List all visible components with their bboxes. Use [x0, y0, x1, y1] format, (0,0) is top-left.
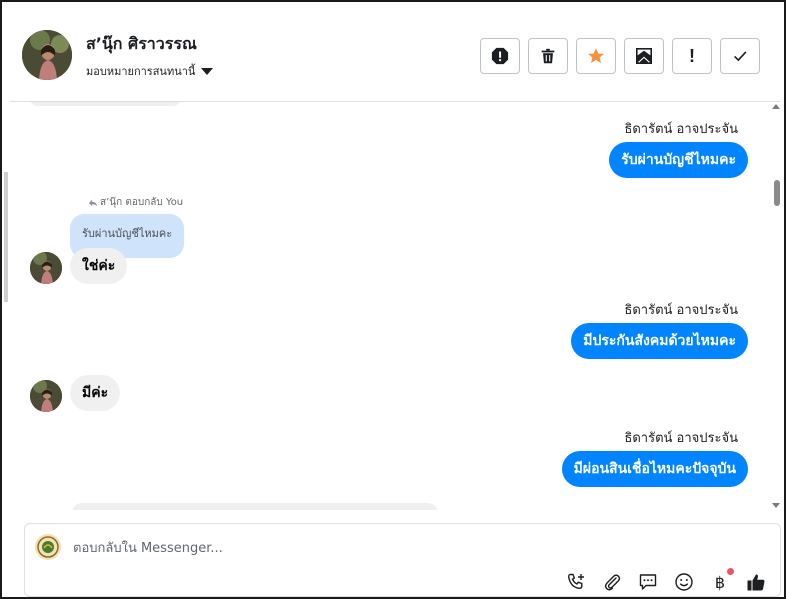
composer-toolbar: ฿ — [564, 568, 768, 594]
call-plus-button[interactable] — [564, 570, 588, 594]
left-panel-edge — [4, 172, 8, 302]
trash-icon — [541, 48, 555, 64]
reply-meta-text: ส’นุ๊ก ตอบกลับ You — [100, 197, 184, 208]
contact-avatar-small[interactable] — [30, 380, 62, 412]
reply-composer: ฿ — [24, 523, 781, 597]
conversation-actions: ! — [480, 38, 760, 74]
follow-up-button[interactable]: ! — [672, 38, 712, 74]
assign-conversation-dropdown[interactable]: มอบหมายการสนทนานี้ — [86, 62, 214, 80]
star-icon — [588, 48, 604, 64]
payment-button[interactable]: ฿ — [708, 568, 734, 594]
scrollbar-thumb[interactable] — [774, 180, 780, 206]
thread-scrollbar[interactable] — [772, 102, 780, 510]
contact-avatar-small[interactable] — [30, 252, 62, 284]
next-message-partial — [72, 503, 438, 510]
contact-name[interactable]: ส’นุ๊ก ศิราวรรณ — [86, 32, 197, 57]
message-thread: ธิดารัตน์ อาจประจัน รับผ่านบัญชีไหมคะ ส’… — [10, 102, 780, 510]
exclamation-icon: ! — [689, 45, 695, 66]
previous-message-partial — [30, 102, 180, 106]
check-icon — [734, 51, 747, 62]
paperclip-icon — [604, 574, 621, 591]
incoming-message[interactable]: ใช่ค่ะ — [70, 248, 128, 284]
mark-unread-button[interactable] — [624, 38, 664, 74]
inbox-window: ส’นุ๊ก ศิราวรรณ มอบหมายการสนทนานี้ ! ธิด… — [0, 0, 786, 599]
spam-button[interactable] — [480, 38, 520, 74]
delete-button[interactable] — [528, 38, 568, 74]
reply-meta: ส’นุ๊ก ตอบกลับ You — [88, 195, 183, 210]
attach-button[interactable] — [600, 570, 624, 594]
sender-name: ธิดารัตน์ อาจประจัน — [624, 122, 738, 137]
notification-dot — [727, 568, 734, 575]
conversation-header: ส’นุ๊ก ศิราวรรณ มอบหมายการสนทนานี้ ! — [10, 10, 780, 102]
incoming-message[interactable]: มีค่ะ — [70, 375, 121, 411]
outgoing-message[interactable]: มีประกันสังคมด้วยไหมคะ — [571, 323, 748, 359]
saved-replies-button[interactable] — [636, 570, 660, 594]
sender-name: ธิดารัตน์ อาจประจัน — [624, 431, 738, 446]
scroll-down-arrow-icon[interactable] — [772, 503, 780, 508]
scroll-up-arrow-icon[interactable] — [772, 104, 780, 109]
outgoing-message[interactable]: มีผ่อนสินเชื่อไหมคะปัจจุบัน — [561, 451, 748, 487]
sender-name: ธิดารัตน์ อาจประจัน — [624, 303, 738, 318]
thumbs-up-icon — [747, 574, 765, 591]
contact-avatar[interactable] — [22, 30, 72, 80]
reply-arrow-icon — [88, 199, 98, 206]
alert-octagon-icon — [491, 47, 509, 65]
call-plus-icon — [567, 573, 584, 590]
like-button[interactable] — [744, 570, 768, 594]
star-button[interactable] — [576, 38, 616, 74]
outgoing-message[interactable]: รับผ่านบัญชีไหมคะ — [609, 142, 748, 178]
page-logo-avatar — [35, 534, 61, 560]
emoji-button[interactable] — [672, 570, 696, 594]
assign-label: มอบหมายการสนทนานี้ — [86, 65, 196, 78]
mail-icon — [635, 47, 653, 65]
caret-down-icon — [201, 68, 214, 75]
reply-input[interactable] — [73, 538, 723, 558]
done-button[interactable] — [720, 38, 760, 74]
chat-bubble-icon — [639, 574, 657, 590]
emoji-icon — [675, 573, 693, 591]
baht-icon: ฿ — [714, 572, 726, 592]
